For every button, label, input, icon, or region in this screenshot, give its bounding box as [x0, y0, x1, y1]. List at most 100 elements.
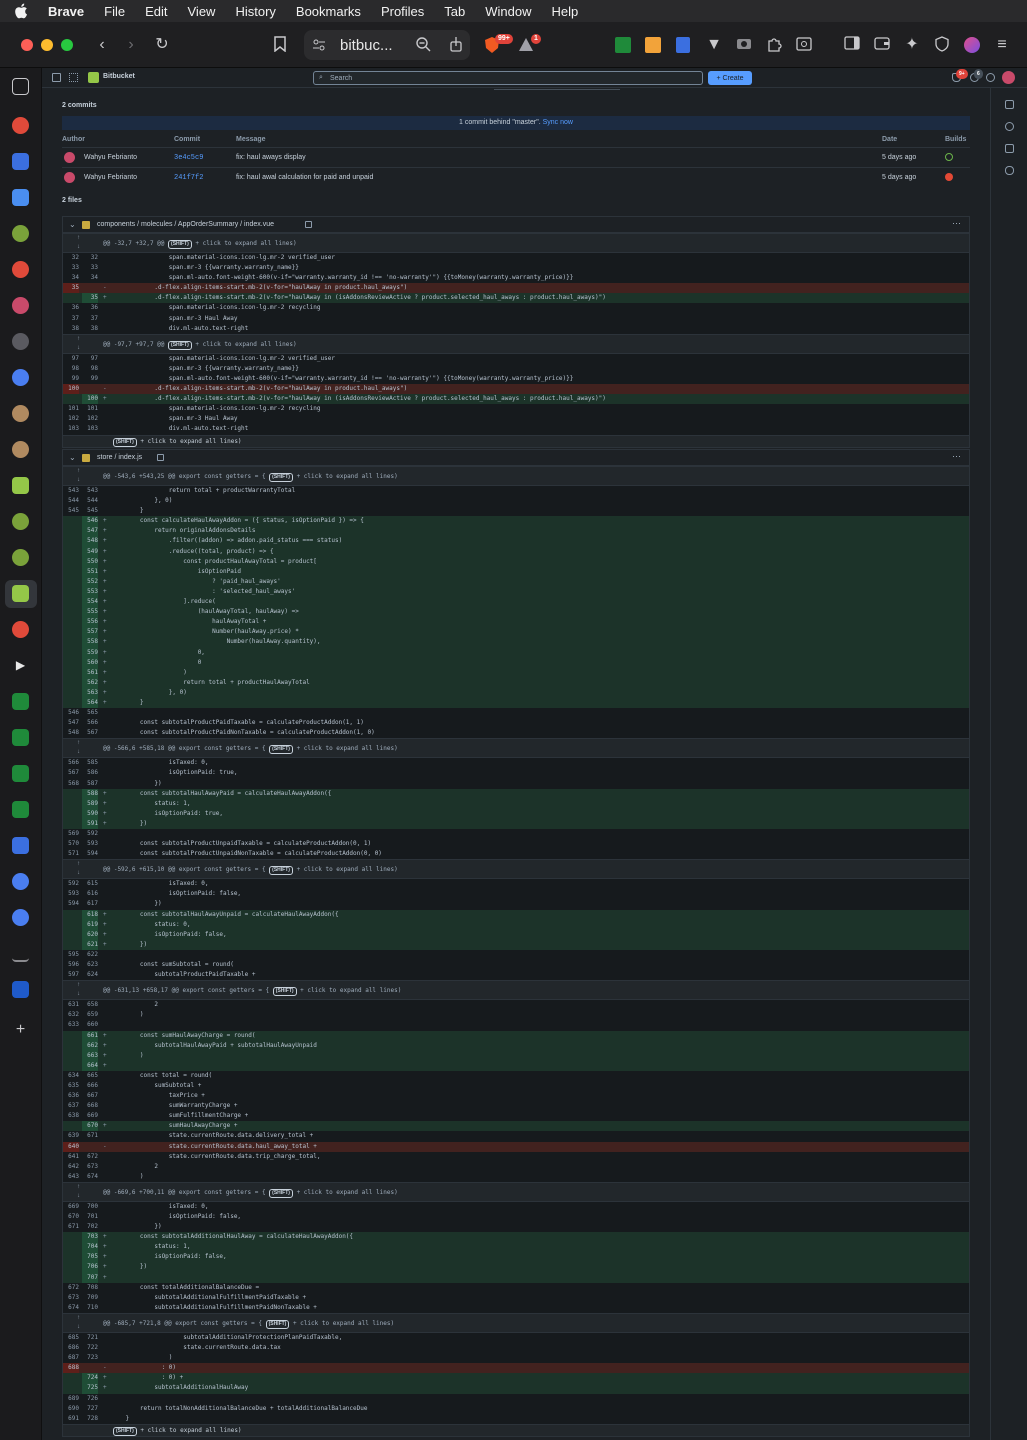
menu-file[interactable]: File: [104, 4, 125, 19]
expand-up-icon[interactable]: ↑: [77, 468, 80, 474]
address-bar[interactable]: bitbuc...: [304, 30, 470, 60]
sidebar-app-15-icon[interactable]: [12, 945, 29, 962]
details-panel-icon[interactable]: [1005, 100, 1014, 109]
sidebar-app-4-icon[interactable]: [12, 261, 29, 278]
hunk-header[interactable]: ↑ ↓ @@ -566,6 +585,18 @@ export const gett…: [63, 738, 969, 759]
sidebar-avatar-1-icon[interactable]: [12, 405, 29, 422]
collapse-chevron-icon[interactable]: ⌄: [69, 453, 76, 462]
sidebar-app-12-icon[interactable]: [12, 837, 29, 854]
settings-gear-icon[interactable]: [986, 73, 995, 82]
expand-up-icon[interactable]: ↑: [77, 982, 80, 988]
hunk-header[interactable]: ↑ ↓ @@ -32,7 +32,7 @@ (SHIFT) + click to e…: [63, 233, 969, 253]
product-name[interactable]: Bitbucket: [103, 73, 135, 80]
expand-up-icon[interactable]: ↑: [77, 235, 80, 241]
expand-down-icon[interactable]: ↓: [77, 345, 80, 351]
diff-file-header[interactable]: ⌄ components / molecules / AppOrderSumma…: [63, 217, 969, 233]
sync-now-link[interactable]: Sync now: [543, 119, 573, 126]
sidebar-app-10-icon[interactable]: [12, 549, 29, 566]
sidebar-sheets-1-icon[interactable]: [12, 693, 29, 710]
link-icon[interactable]: [1005, 166, 1014, 175]
reload-icon[interactable]: ↻: [153, 36, 171, 54]
sidebar-app-6-icon[interactable]: [12, 333, 29, 350]
file-path[interactable]: components / molecules / AppOrderSummary…: [97, 221, 274, 228]
share-icon[interactable]: [447, 36, 465, 54]
back-icon[interactable]: ‹: [93, 36, 111, 54]
branch-icon[interactable]: [1005, 144, 1014, 153]
commit-row[interactable]: Wahyu Febrianto 241f7f2 fix: haul awal c…: [62, 167, 970, 187]
hunk-header[interactable]: ↑ ↓ @@ -97,7 +97,7 @@ (SHIFT) + click to e…: [63, 333, 969, 354]
menu-help[interactable]: Help: [552, 4, 579, 19]
build-failed-icon[interactable]: [945, 173, 953, 181]
more-options-icon[interactable]: ⋯: [952, 451, 961, 462]
camera-icon[interactable]: [735, 36, 753, 54]
zoom-window-button[interactable]: [61, 39, 73, 51]
expand-down-icon[interactable]: ↓: [77, 991, 80, 997]
sidebar-app-1-icon[interactable]: [12, 117, 29, 134]
expand-down-icon[interactable]: ↓: [77, 870, 80, 876]
commit-row[interactable]: Wahyu Febrianto 3e4c5c9 fix: haul aways …: [62, 147, 970, 167]
forward-icon[interactable]: ›: [122, 36, 140, 54]
sidebar-app-13-icon[interactable]: [12, 873, 29, 890]
file-path[interactable]: store / index.js: [97, 454, 142, 461]
sidebar-play-icon[interactable]: ▶: [12, 657, 29, 674]
hunk-header[interactable]: ↑ ↓ @@ -543,6 +543,25 @@ export const gett…: [63, 466, 969, 486]
extensions-puzzle-icon[interactable]: [765, 36, 783, 54]
menu-tab[interactable]: Tab: [444, 4, 465, 19]
hunk-header[interactable]: ↑ ↓ @@ -669,6 +700,11 @@ export const gett…: [63, 1181, 969, 1202]
expand-down-icon[interactable]: ↓: [77, 244, 80, 250]
sidebar-sheets-4-icon[interactable]: [12, 801, 29, 818]
sidebar-app-14-icon[interactable]: [12, 909, 29, 926]
expand-up-icon[interactable]: ↑: [77, 861, 80, 867]
hunk-header[interactable]: ↑ ↓ @@ -631,13 +658,17 @@ export const get…: [63, 980, 969, 1001]
expand-down-icon[interactable]: ↓: [77, 749, 80, 755]
expand-up-icon[interactable]: ↑: [77, 336, 80, 342]
expand-up-icon[interactable]: ↑: [77, 740, 80, 746]
zoom-out-icon[interactable]: [414, 36, 432, 54]
search-input[interactable]: ⌕ Search: [313, 71, 703, 85]
diff-file-header[interactable]: ⌄ store / index.js ⋯: [63, 450, 969, 466]
sidebar-sheets-3-icon[interactable]: [12, 765, 29, 782]
sidebar-calendar-icon[interactable]: [12, 189, 29, 206]
sidebar-app-active-icon[interactable]: [12, 585, 29, 602]
sidebar-app-7-icon[interactable]: [12, 369, 29, 386]
copy-path-icon[interactable]: [305, 221, 312, 228]
collapse-sidebar-icon[interactable]: [52, 73, 61, 82]
commit-hash-link[interactable]: 3e4c5c9: [174, 154, 203, 162]
menu-window[interactable]: Window: [485, 4, 531, 19]
minimize-window-button[interactable]: [41, 39, 53, 51]
user-avatar[interactable]: [1002, 71, 1015, 84]
menu-brave[interactable]: Brave: [48, 4, 84, 19]
expand-down-icon[interactable]: ↓: [77, 477, 80, 483]
wallet-icon[interactable]: [873, 36, 891, 54]
menu-profiles[interactable]: Profiles: [381, 4, 424, 19]
sidebar-app-5-icon[interactable]: [12, 297, 29, 314]
vpn-shield-icon[interactable]: [933, 36, 951, 54]
menu-hamburger-icon[interactable]: ≡: [993, 36, 1011, 54]
expand-all-footer[interactable]: (SHIFT) + click to expand all lines): [63, 1423, 969, 1436]
sidebar-avatar-2-icon[interactable]: [12, 441, 29, 458]
sidebar-app-2-icon[interactable]: [12, 153, 29, 170]
create-button[interactable]: + Create: [708, 71, 752, 85]
leo-ai-icon[interactable]: ✦: [903, 36, 921, 54]
close-window-button[interactable]: [21, 39, 33, 51]
expand-up-icon[interactable]: ↑: [77, 1315, 80, 1321]
app-switcher-icon[interactable]: [69, 73, 78, 82]
bookmark-icon[interactable]: [271, 36, 289, 54]
commit-hash-link[interactable]: 241f7f2: [174, 174, 203, 182]
sidebar-app-3-icon[interactable]: [12, 225, 29, 242]
sidebar-app-8-icon[interactable]: [12, 477, 29, 494]
bitbucket-logo-icon[interactable]: [88, 72, 99, 83]
sidebar-app-16-icon[interactable]: [12, 981, 29, 998]
expand-down-icon[interactable]: ↓: [77, 1193, 80, 1199]
sidebar-toggle-icon[interactable]: [843, 36, 861, 54]
extension-blue-icon[interactable]: [675, 36, 693, 54]
extension-green-icon[interactable]: [614, 36, 632, 54]
sidebar-app-9-icon[interactable]: [12, 513, 29, 530]
menu-bookmarks[interactable]: Bookmarks: [296, 4, 361, 19]
menu-view[interactable]: View: [188, 4, 216, 19]
build-success-icon[interactable]: [945, 153, 953, 161]
extension-v-icon[interactable]: ▼: [705, 36, 723, 54]
expand-down-icon[interactable]: ↓: [77, 1324, 80, 1330]
sidebar-add-icon[interactable]: +: [12, 1021, 29, 1038]
menu-history[interactable]: History: [235, 4, 275, 19]
